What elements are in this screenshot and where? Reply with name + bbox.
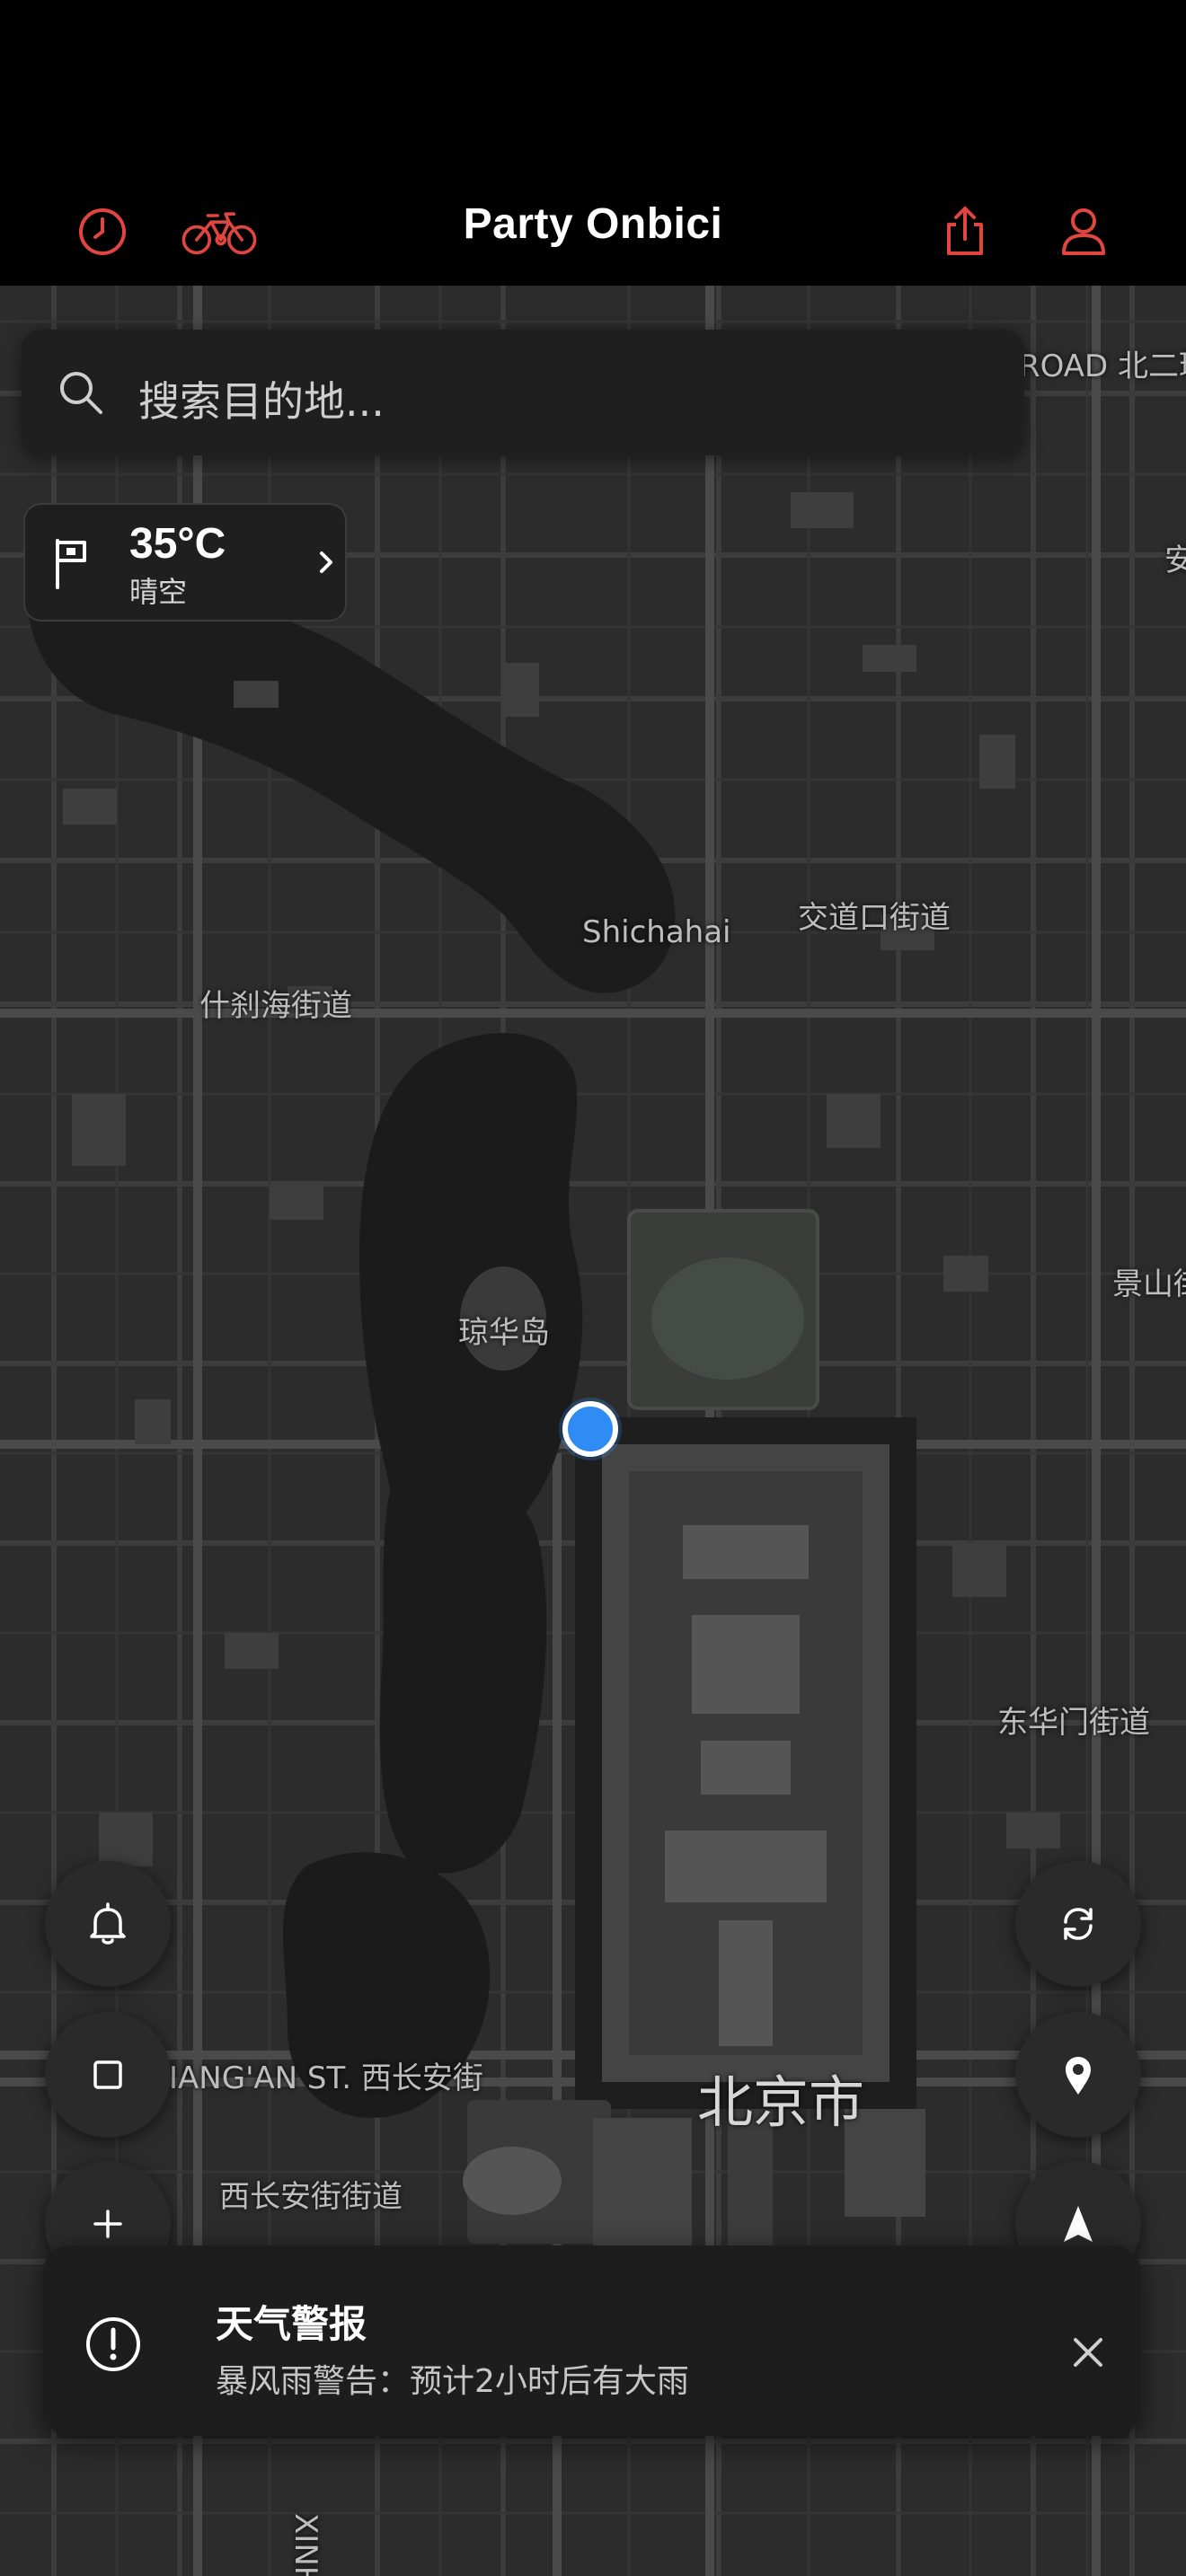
refresh-button[interactable]: [1015, 1861, 1141, 1987]
weather-temperature: 35°C: [129, 520, 226, 568]
layers-button[interactable]: [45, 2012, 171, 2138]
map-label-changan: IANG'AN ST. 西长安街: [169, 2060, 483, 2096]
square-icon: [93, 2060, 122, 2089]
flag-icon: [56, 539, 86, 589]
weather-alert-card: 天气警报 暴风雨警告：预计2小时后有大雨: [43, 2245, 1141, 2436]
map-pin-icon: [1066, 2057, 1091, 2095]
chevron-right-icon: [320, 551, 332, 573]
share-button[interactable]: [929, 196, 1001, 268]
plus-icon: [93, 2210, 122, 2238]
share-icon: [947, 207, 983, 255]
alert-title: 天气警报: [216, 2302, 367, 2346]
locate-button[interactable]: [1015, 2012, 1141, 2138]
map-label-xichangan-street: 西长安街街道: [219, 2179, 403, 2215]
status-bar-area: [0, 0, 1186, 180]
map-label-road-top: ROAD 北二环: [1019, 348, 1186, 384]
app-title: Party Onbici: [463, 200, 723, 248]
search-input[interactable]: 搜索目的地...: [138, 369, 385, 428]
map-label-beijing: 北京市: [697, 2069, 865, 2135]
profile-button[interactable]: [1048, 196, 1120, 268]
weather-widget[interactable]: 35°C 晴空: [23, 503, 347, 622]
map-label-shichahai: Shichahai: [582, 914, 731, 950]
search-bar[interactable]: 搜索目的地...: [22, 330, 1024, 455]
notifications-button[interactable]: [45, 1861, 171, 1987]
map-label-qionghuadao: 琼华岛: [458, 1315, 550, 1351]
alert-close-button[interactable]: [1049, 2314, 1127, 2391]
map-label-jiaodaokou: 交道口街道: [798, 900, 951, 936]
search-icon: [60, 372, 102, 414]
top-app-bar: Party Onbici: [0, 180, 1186, 286]
bell-icon: [90, 1902, 126, 1945]
refresh-icon: [1064, 1908, 1093, 1940]
profile-icon: [1062, 208, 1105, 255]
navigation-arrow-icon: [1064, 2206, 1093, 2242]
alert-icon: [86, 2317, 140, 2371]
map-label-jingshan: 景山街: [1112, 1266, 1186, 1302]
alert-message: 暴风雨警告：预计2小时后有大雨: [216, 2363, 689, 2400]
map-label-donghuamen: 东华门街道: [997, 1705, 1150, 1741]
map-label-xinhua: XINHUA S: [288, 2513, 323, 2576]
map-label-shichahai-street: 什刹海街道: [199, 988, 352, 1024]
weather-condition: 晴空: [129, 575, 188, 609]
current-location-dot: [562, 1401, 618, 1457]
close-icon: [1074, 2338, 1102, 2367]
map-label-an: 安: [1164, 543, 1186, 578]
